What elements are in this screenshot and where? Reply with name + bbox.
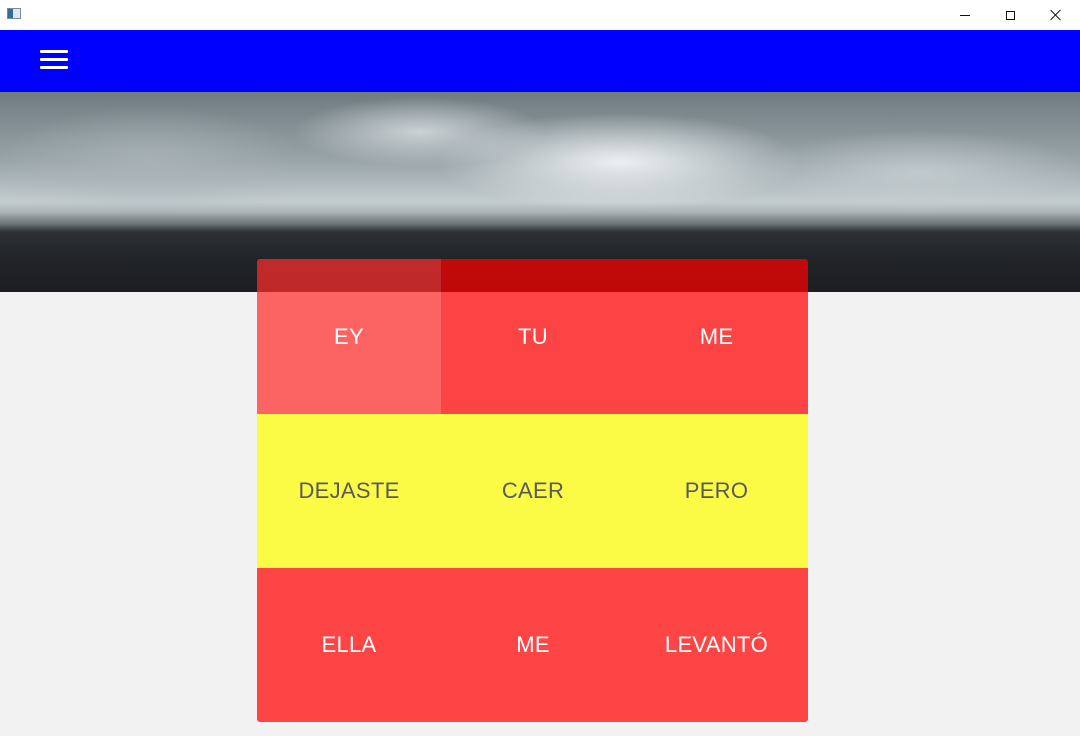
minimize-icon [960, 14, 970, 16]
maximize-button[interactable] [987, 0, 1033, 30]
word-tile-caer[interactable]: CAER [441, 414, 625, 568]
word-tile-me-2[interactable]: ME [441, 568, 625, 722]
word-tile-grid: EY TU ME DEJASTE CAER PERO ELLA ME LEVAN… [257, 259, 808, 722]
word-tile-pero[interactable]: PERO [625, 414, 808, 568]
close-button[interactable] [1033, 0, 1079, 30]
word-tile-ey[interactable]: EY [257, 259, 441, 414]
title-bar [0, 0, 1080, 30]
hamburger-menu-icon[interactable] [40, 50, 68, 72]
close-icon [1050, 9, 1062, 21]
menu-line [40, 58, 68, 61]
word-tile-levanto[interactable]: LEVANTÓ [625, 568, 808, 722]
word-tile-tu[interactable]: TU [441, 259, 625, 414]
word-tile-me[interactable]: ME [625, 259, 808, 414]
app-icon [7, 8, 21, 19]
app-window: EY TU ME DEJASTE CAER PERO ELLA ME LEVAN… [0, 0, 1080, 736]
menu-line [40, 66, 68, 69]
minimize-button[interactable] [942, 0, 988, 30]
app-bar [0, 30, 1080, 92]
word-tile-ella[interactable]: ELLA [257, 568, 441, 722]
word-tile-dejaste[interactable]: DEJASTE [257, 414, 441, 568]
maximize-icon [1005, 10, 1015, 20]
menu-line [40, 50, 68, 53]
